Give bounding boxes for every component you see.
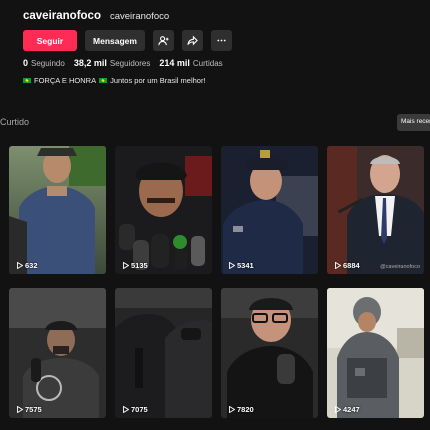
view-count: 7075 bbox=[123, 405, 148, 414]
brazil-flag-icon bbox=[23, 78, 31, 83]
video-card[interactable]: 6884 @caveiranofoco bbox=[327, 146, 424, 274]
stat-number: 38,2 mil bbox=[73, 58, 107, 68]
video-grid: 632 5135 5341 6884 @caveiranofoco 7575 7… bbox=[0, 146, 430, 430]
video-thumbnail bbox=[9, 146, 106, 274]
view-count-value: 6884 bbox=[343, 261, 360, 270]
view-count-value: 7075 bbox=[131, 405, 148, 414]
stat-label: Seguidores bbox=[109, 59, 151, 68]
stat-label: Seguindo bbox=[31, 59, 65, 68]
play-icon bbox=[335, 406, 341, 413]
video-thumbnail bbox=[221, 288, 318, 418]
video-card[interactable]: 5135 bbox=[115, 146, 212, 274]
watermark: @caveiranofoco bbox=[380, 264, 420, 270]
username: caveiranofoco bbox=[109, 11, 170, 22]
play-icon bbox=[17, 406, 23, 413]
share-button[interactable] bbox=[182, 30, 203, 51]
add-friend-icon bbox=[158, 36, 169, 46]
video-thumbnail bbox=[221, 146, 318, 274]
view-count-value: 632 bbox=[25, 261, 38, 270]
profile-stats: 0 Seguindo 38,2 mil Seguidores 214 mil C… bbox=[23, 58, 223, 68]
stat-label: Curtidas bbox=[192, 59, 223, 68]
video-thumbnail bbox=[115, 146, 212, 274]
brazil-flag-icon bbox=[99, 78, 108, 83]
play-icon bbox=[335, 262, 341, 269]
video-card[interactable]: 7075 bbox=[115, 288, 212, 418]
view-count-value: 7820 bbox=[237, 405, 254, 414]
bio-text-1: FORÇA E HONRA bbox=[34, 76, 97, 85]
add-friend-button[interactable] bbox=[153, 30, 174, 51]
display-name: caveiranofoco bbox=[23, 10, 101, 22]
play-icon bbox=[123, 406, 129, 413]
view-count-value: 5135 bbox=[131, 261, 148, 270]
message-button[interactable]: Mensagem bbox=[85, 30, 145, 51]
video-card[interactable]: 7575 bbox=[9, 288, 106, 418]
view-count: 6884 bbox=[335, 261, 360, 270]
video-thumbnail bbox=[327, 146, 424, 274]
view-count-value: 7575 bbox=[25, 405, 42, 414]
video-card[interactable]: 4247 bbox=[327, 288, 424, 418]
view-count-value: 5341 bbox=[237, 261, 254, 270]
stat-likes: 214 mil Curtidas bbox=[159, 58, 222, 68]
view-count: 5135 bbox=[123, 261, 148, 270]
video-card[interactable]: 7820 bbox=[221, 288, 318, 418]
profile-header: caveiranofoco caveiranofoco Seguir Mensa… bbox=[0, 0, 430, 112]
name-row: caveiranofoco caveiranofoco bbox=[23, 10, 169, 22]
video-thumbnail bbox=[9, 288, 106, 418]
follow-button[interactable]: Seguir bbox=[23, 30, 77, 51]
view-count: 4247 bbox=[335, 405, 360, 414]
view-count: 632 bbox=[17, 261, 38, 270]
stat-following[interactable]: 0 Seguindo bbox=[23, 58, 65, 68]
view-count: 7820 bbox=[229, 405, 254, 414]
video-thumbnail bbox=[327, 288, 424, 418]
stat-number: 214 mil bbox=[159, 58, 190, 68]
video-card[interactable]: 632 bbox=[9, 146, 106, 274]
bio-text-2: Juntos por um Brasil melhor! bbox=[110, 76, 206, 85]
stat-followers[interactable]: 38,2 mil Seguidores bbox=[74, 58, 151, 68]
play-icon bbox=[17, 262, 23, 269]
more-button[interactable] bbox=[211, 30, 232, 51]
view-count-value: 4247 bbox=[343, 405, 360, 414]
liked-section-header: Curtido Mais recentes bbox=[0, 112, 430, 132]
play-icon bbox=[229, 406, 235, 413]
sort-recent-button[interactable]: Mais recentes bbox=[397, 114, 430, 131]
video-card[interactable]: 5341 bbox=[221, 146, 318, 274]
view-count: 7575 bbox=[17, 405, 42, 414]
profile-actions: Seguir Mensagem bbox=[23, 30, 232, 51]
play-icon bbox=[123, 262, 129, 269]
view-count: 5341 bbox=[229, 261, 254, 270]
tab-liked[interactable]: Curtido bbox=[0, 117, 29, 127]
share-icon bbox=[187, 35, 198, 46]
video-thumbnail bbox=[115, 288, 212, 418]
profile-bio: FORÇA E HONRA Juntos por um Brasil melho… bbox=[23, 76, 206, 85]
more-icon bbox=[217, 39, 226, 42]
play-icon bbox=[229, 262, 235, 269]
stat-number: 0 bbox=[23, 58, 29, 68]
